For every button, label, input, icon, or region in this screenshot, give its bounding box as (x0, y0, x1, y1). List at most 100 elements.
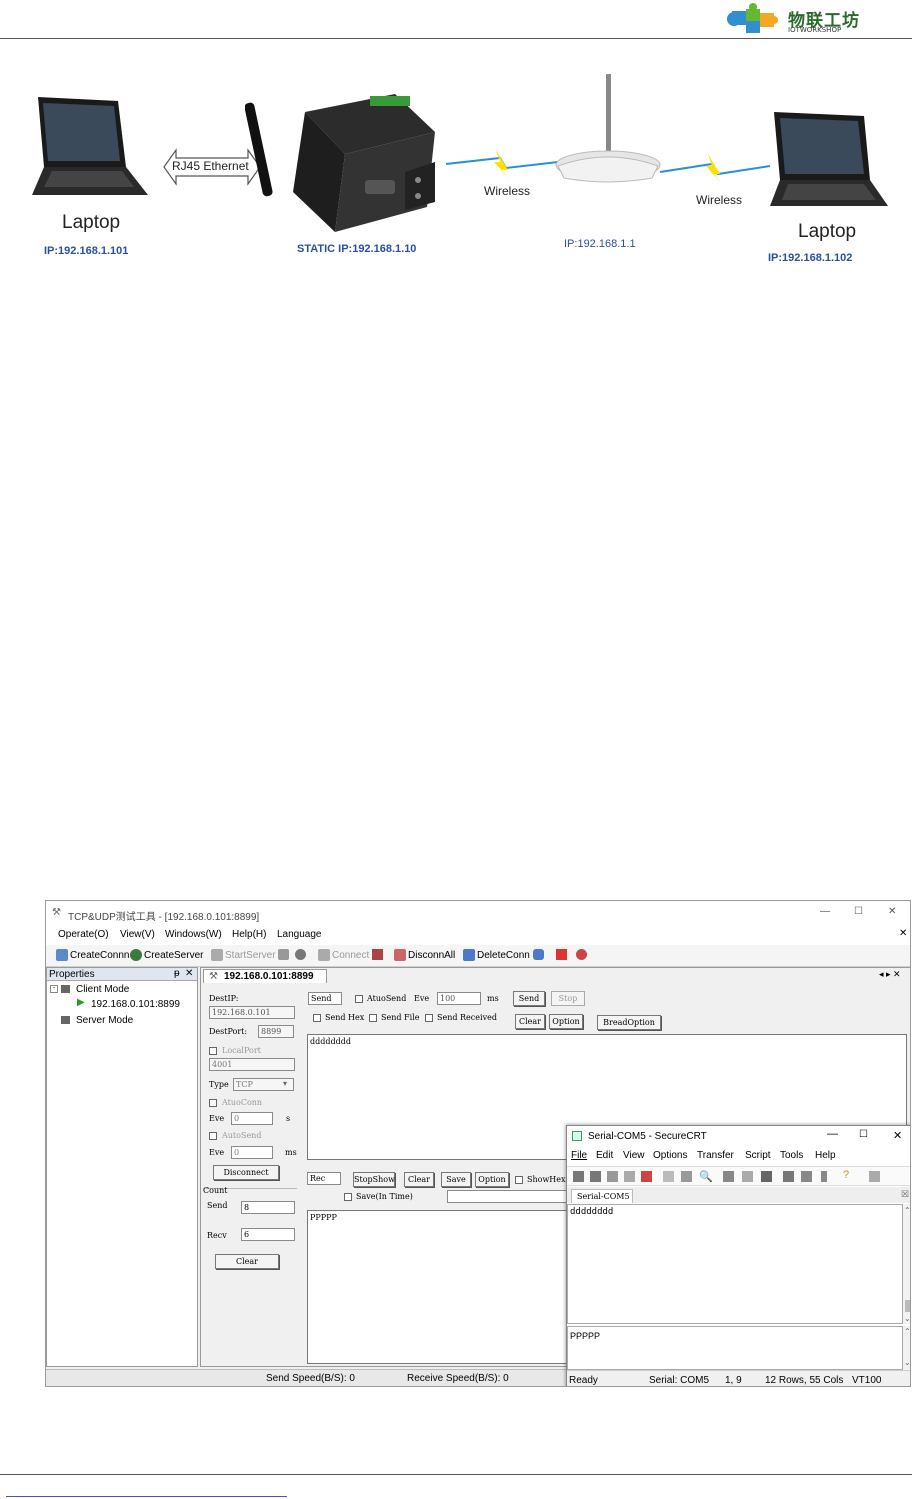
crt-menu-options[interactable]: Options (653, 1150, 687, 1161)
crt-sftp-icon[interactable] (742, 1171, 753, 1182)
disconnect-button[interactable]: Disconnect (213, 1165, 279, 1180)
crt-input-scrollbar[interactable]: ⌃ ⌄ (903, 1326, 910, 1370)
interval-field[interactable]: 100 (437, 992, 481, 1005)
stop-show-button[interactable]: StopShow (353, 1172, 395, 1187)
crt-settings-icon[interactable] (783, 1171, 794, 1182)
crt-find-icon[interactable]: 🔍 (699, 1170, 713, 1183)
save-button[interactable]: Save (441, 1172, 471, 1187)
local-port-checkbox[interactable] (209, 1047, 217, 1055)
server-settings-icon[interactable] (295, 949, 306, 960)
crt-copy-icon[interactable] (663, 1171, 674, 1182)
crt-input-area[interactable]: PPPPP (567, 1326, 903, 1370)
clear-send-button[interactable]: Clear (515, 1014, 545, 1029)
crt-key-icon[interactable] (821, 1171, 827, 1182)
crt-reconnect-icon[interactable] (624, 1171, 635, 1182)
maximize-button[interactable]: ☐ (854, 906, 863, 917)
crt-maximize-button[interactable]: ☐ (859, 1129, 868, 1140)
clear-count-button[interactable]: Clear (215, 1254, 279, 1269)
option-recv-button[interactable]: Option (475, 1172, 509, 1187)
delete-conn-button[interactable]: DeleteConn (463, 949, 530, 961)
show-hex-checkbox[interactable] (515, 1176, 523, 1184)
crt-menu-transfer[interactable]: Transfer (697, 1150, 734, 1161)
tree-client-mode[interactable]: Client Mode (76, 984, 129, 995)
crt-input-scroll-up-icon[interactable]: ⌃ (904, 1327, 910, 1336)
menu-windows[interactable]: Windows(W) (165, 929, 222, 940)
crt-close-button[interactable]: ✕ (893, 1129, 902, 1142)
send-count-field[interactable]: 8 (241, 1201, 295, 1214)
menu-view[interactable]: View(V) (120, 929, 155, 940)
crt-print-icon[interactable] (723, 1171, 734, 1182)
save-path-field[interactable] (447, 1190, 567, 1203)
dest-ip-field[interactable]: 192.168.0.101 (209, 1006, 295, 1019)
disconn-all-button[interactable]: DisconnAll (394, 949, 455, 961)
stop-button[interactable]: Stop (551, 991, 585, 1006)
crt-menu-script[interactable]: Script (745, 1150, 771, 1161)
crt-tab-icon[interactable] (607, 1171, 618, 1182)
crt-scroll-down-icon[interactable]: ⌄ (904, 1314, 910, 1323)
minimize-button[interactable]: — (820, 906, 830, 917)
s-unit: s (286, 1114, 291, 1123)
crt-scrollbar[interactable]: ⌃ ⌄ (903, 1204, 910, 1324)
crt-menu-file[interactable]: File (571, 1150, 587, 1161)
disconnect-icon[interactable] (372, 949, 383, 960)
dest-port-field[interactable]: 8899 (258, 1025, 294, 1038)
tree-connection[interactable]: 192.168.0.101:8899 (91, 999, 180, 1010)
auto-conn-checkbox[interactable] (209, 1099, 217, 1107)
crt-input-scroll-down-icon[interactable]: ⌄ (904, 1358, 910, 1367)
crt-tab-close-icon[interactable]: ☒ (901, 1189, 909, 1200)
save-in-time-checkbox[interactable] (344, 1193, 352, 1201)
crt-menu-help[interactable]: Help (815, 1150, 836, 1161)
mdi-close-icon[interactable]: ✕ (899, 928, 907, 939)
tree-expand-icon[interactable]: - (50, 985, 58, 993)
crt-connect-icon[interactable] (573, 1171, 584, 1182)
bread-option-button[interactable]: BreadOption (597, 1015, 661, 1030)
local-port-field[interactable]: 4001 (209, 1058, 295, 1071)
start-server-button[interactable]: StartServer (211, 949, 276, 961)
create-server-button[interactable]: CreateServer (130, 949, 203, 961)
crt-terminal[interactable]: dddddddd (567, 1204, 903, 1324)
eve2-field[interactable]: 0 (231, 1146, 273, 1159)
create-conn-button[interactable]: CreateConnn (56, 949, 129, 961)
send-file-checkbox[interactable] (369, 1014, 377, 1022)
crt-session-tab[interactable]: Serial-COM5 (571, 1189, 633, 1203)
send-button[interactable]: Send (513, 991, 545, 1006)
crt-scroll-up-icon[interactable]: ⌃ (904, 1206, 910, 1215)
crt-paste-icon[interactable] (681, 1171, 692, 1182)
tree-server-mode[interactable]: Server Mode (76, 1015, 133, 1026)
crt-tools-icon[interactable] (801, 1171, 812, 1182)
crt-extra-icon[interactable] (869, 1171, 880, 1182)
tab-scroll-icons[interactable]: ◂ ▸ ✕ (879, 969, 901, 980)
crt-scroll-thumb[interactable] (905, 1300, 910, 1312)
crt-printer-icon[interactable] (761, 1171, 772, 1182)
recv-count-field[interactable]: 6 (241, 1228, 295, 1241)
menu-operate[interactable]: Operate(O) (58, 929, 109, 940)
send-received-checkbox[interactable] (425, 1014, 433, 1022)
crt-disconnect-icon[interactable] (641, 1171, 652, 1182)
pin-icon[interactable]: ᵽ (174, 968, 180, 979)
type-dropdown-icon[interactable]: ▾ (283, 1079, 287, 1088)
about-icon[interactable] (576, 949, 587, 960)
laptop-left-label: Laptop (62, 212, 121, 233)
options-icon[interactable] (533, 949, 544, 960)
crt-quick-connect-icon[interactable] (590, 1171, 601, 1182)
close-button[interactable]: ✕ (888, 906, 896, 917)
option-send-button[interactable]: Option (549, 1014, 583, 1029)
crt-menu-tools[interactable]: Tools (780, 1150, 803, 1161)
crt-menu-edit[interactable]: Edit (596, 1150, 613, 1161)
crt-menu-view[interactable]: View (623, 1150, 645, 1161)
crt-minimize-button[interactable]: — (827, 1128, 838, 1140)
clear-recv-button[interactable]: Clear (404, 1172, 434, 1187)
connect-button[interactable]: Connect (318, 949, 369, 961)
auto-send2-checkbox[interactable] (355, 995, 363, 1003)
menu-help[interactable]: Help(H) (232, 929, 266, 940)
eve-field[interactable]: 0 (231, 1112, 273, 1125)
crt-help-icon[interactable]: ? (843, 1169, 849, 1181)
recv-textarea[interactable]: PPPPP (307, 1210, 567, 1364)
stop-server-icon[interactable] (278, 949, 289, 960)
doc-tab[interactable]: ⚒ 192.168.0.101:8899 (203, 969, 327, 983)
panel-close-icon[interactable]: ✕ (185, 968, 193, 979)
auto-send-checkbox[interactable] (209, 1132, 217, 1140)
menu-language[interactable]: Language (277, 929, 322, 940)
send-hex-checkbox[interactable] (313, 1014, 321, 1022)
exit-icon[interactable] (556, 949, 567, 960)
